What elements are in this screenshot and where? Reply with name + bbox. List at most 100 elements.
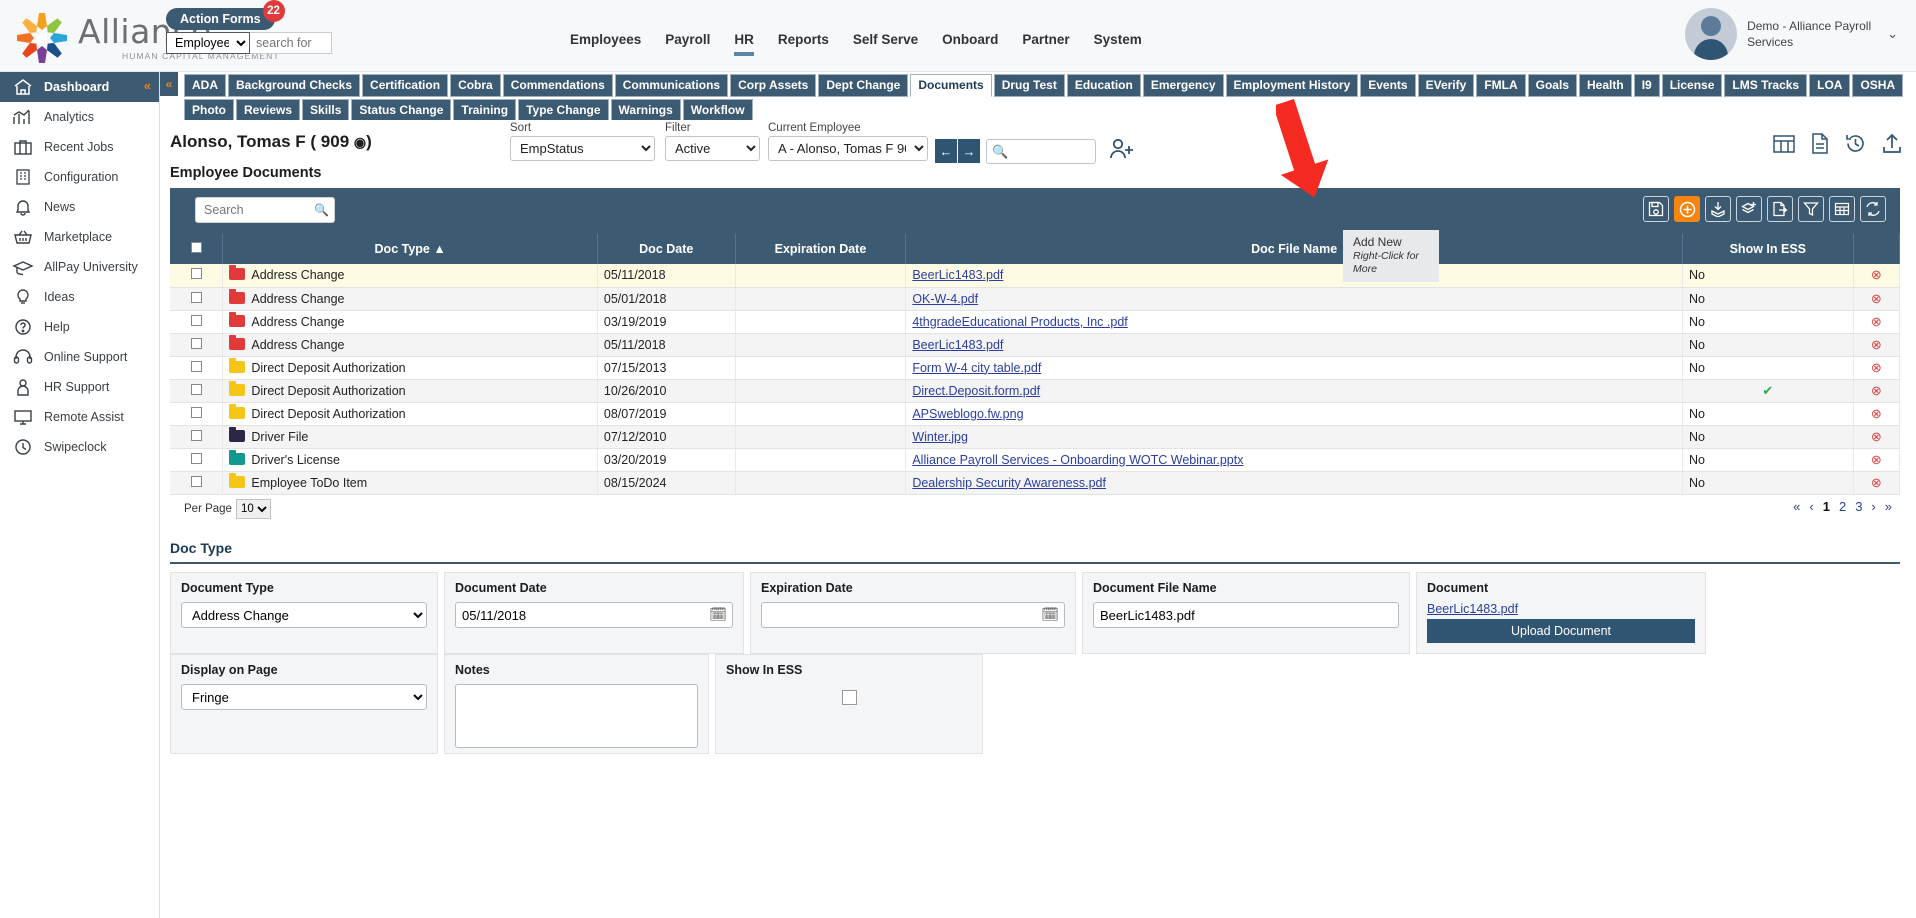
row-select-cell[interactable] xyxy=(170,356,224,380)
tab-education[interactable]: Education xyxy=(1066,74,1141,97)
col-doc-type[interactable]: Doc Type ▲ xyxy=(222,234,598,264)
doc-file-link[interactable]: OK-W-4.pdf xyxy=(912,292,978,306)
tab-communications[interactable]: Communications xyxy=(614,74,729,97)
page-2[interactable]: 2 xyxy=(1839,499,1846,514)
row-checkbox[interactable] xyxy=(190,337,202,349)
current-employee-select[interactable]: A - Alonso, Tomas F 909 xyxy=(768,136,928,161)
tab-health[interactable]: Health xyxy=(1579,74,1632,97)
export-icon[interactable] xyxy=(1767,196,1793,222)
row-select-cell[interactable] xyxy=(170,379,224,403)
page-prev[interactable]: ‹ xyxy=(1809,499,1813,514)
delete-icon[interactable]: ⊗ xyxy=(1871,406,1882,421)
nav-item-partner[interactable]: Partner xyxy=(1022,32,1069,56)
tab-fmla[interactable]: FMLA xyxy=(1476,74,1526,97)
nav-item-hr[interactable]: HR xyxy=(734,32,754,56)
table-row[interactable]: Address Change 05/01/2018 OK-W-4.pdf No ⊗ xyxy=(170,287,1901,311)
document-type-select[interactable]: Address Change xyxy=(181,602,427,628)
nav-item-reports[interactable]: Reports xyxy=(778,32,829,56)
employee-search-box[interactable]: 🔍 xyxy=(986,139,1096,164)
col-doc-file-name[interactable]: Doc File Name xyxy=(905,234,1683,264)
table-row[interactable]: Direct Deposit Authorization 10/26/2010 Di… xyxy=(170,379,1901,403)
sidebar-item-news[interactable]: News xyxy=(0,192,159,222)
row-select-cell[interactable] xyxy=(170,333,224,357)
tab-emergency[interactable]: Emergency xyxy=(1142,74,1224,97)
grid-icon[interactable] xyxy=(1829,196,1855,222)
tab-loa[interactable]: LOA xyxy=(1809,74,1851,97)
delete-icon[interactable]: ⊗ xyxy=(1871,475,1882,490)
page-last[interactable]: » xyxy=(1885,499,1892,514)
document-icon[interactable] xyxy=(1811,133,1829,157)
col-show-in-ess[interactable]: Show In ESS xyxy=(1682,234,1854,264)
table-row[interactable]: Address Change 05/11/2018 BeerLic1483.pdf N… xyxy=(170,333,1901,357)
cell-delete[interactable]: ⊗ xyxy=(1853,333,1901,357)
doc-file-link[interactable]: APSweblogo.fw.png xyxy=(912,407,1023,421)
show-in-ess-checkbox[interactable] xyxy=(841,690,857,705)
row-checkbox[interactable] xyxy=(190,383,202,395)
page-first[interactable]: « xyxy=(1793,499,1800,514)
tab-type-change[interactable]: Type Change xyxy=(518,99,609,122)
doc-file-link[interactable]: Alliance Payroll Services - Onboarding W… xyxy=(912,453,1243,467)
delete-icon[interactable]: ⊗ xyxy=(1871,452,1882,467)
tabs-collapse-icon[interactable]: « xyxy=(160,72,178,96)
cell-delete[interactable]: ⊗ xyxy=(1853,448,1901,472)
tab-training[interactable]: Training xyxy=(453,99,517,122)
sidebar-item-allpay-university[interactable]: AllPay University xyxy=(0,252,159,282)
tab-drug-test[interactable]: Drug Test xyxy=(993,74,1065,97)
entity-type-select[interactable]: Employees xyxy=(166,32,250,54)
nav-item-onboard[interactable]: Onboard xyxy=(942,32,998,56)
sidebar-item-recent-jobs[interactable]: Recent Jobs xyxy=(0,132,159,162)
search-icon[interactable]: 🔍 xyxy=(314,203,329,217)
tab-documents[interactable]: Documents xyxy=(910,74,992,97)
table-row[interactable]: Address Change 03/19/2019 4thgradeEducatio… xyxy=(170,310,1901,334)
refresh-icon[interactable] xyxy=(1860,196,1886,222)
col-doc-date[interactable]: Doc Date xyxy=(597,234,736,264)
page-1[interactable]: 1 xyxy=(1823,499,1830,514)
tab-status-change[interactable]: Status Change xyxy=(351,99,452,122)
nav-item-payroll[interactable]: Payroll xyxy=(665,32,710,56)
nav-item-employees[interactable]: Employees xyxy=(570,32,641,56)
tab-warnings[interactable]: Warnings xyxy=(610,99,681,122)
tab-everify[interactable]: EVerify xyxy=(1417,74,1475,97)
tab-i9[interactable]: I9 xyxy=(1633,74,1660,97)
delete-icon[interactable]: ⊗ xyxy=(1871,429,1882,444)
panel-search-box[interactable]: 🔍 xyxy=(195,197,335,223)
row-select-cell[interactable] xyxy=(170,287,224,311)
delete-icon[interactable]: ⊗ xyxy=(1871,360,1882,375)
row-select-cell[interactable] xyxy=(170,402,224,426)
tab-workflow[interactable]: Workflow xyxy=(682,99,753,122)
chevron-down-icon[interactable]: ⌄ xyxy=(1887,26,1898,42)
row-checkbox[interactable] xyxy=(190,475,202,487)
doc-file-link[interactable]: Form W-4 city table.pdf xyxy=(912,361,1041,375)
document-link[interactable]: BeerLic1483.pdf xyxy=(1427,602,1695,616)
sidebar-item-analytics[interactable]: Analytics xyxy=(0,102,159,132)
filter-icon[interactable] xyxy=(1798,196,1824,222)
nav-item-self-serve[interactable]: Self Serve xyxy=(853,32,918,56)
tab-cobra[interactable]: Cobra xyxy=(450,74,501,97)
col-expiration-date[interactable]: Expiration Date xyxy=(735,234,907,264)
table-row[interactable]: Driver's License 03/20/2019 Alliance Payro… xyxy=(170,448,1901,472)
page-3[interactable]: 3 xyxy=(1855,499,1862,514)
sidebar-item-ideas[interactable]: Ideas xyxy=(0,282,159,312)
cell-delete[interactable]: ⊗ xyxy=(1853,287,1901,311)
cell-delete[interactable]: ⊗ xyxy=(1853,425,1901,449)
page-next[interactable]: › xyxy=(1871,499,1875,514)
tab-reviews[interactable]: Reviews xyxy=(236,99,301,122)
row-checkbox[interactable] xyxy=(190,291,202,303)
filter-select[interactable]: Active xyxy=(665,136,760,161)
display-on-page-select[interactable]: Fringe xyxy=(181,684,427,710)
add-layer-icon[interactable] xyxy=(1736,196,1762,222)
doc-file-link[interactable]: Dealership Security Awareness.pdf xyxy=(912,476,1106,490)
upload-document-button[interactable]: Upload Document xyxy=(1427,619,1695,643)
document-file-name-input[interactable] xyxy=(1093,602,1399,628)
upload-icon[interactable] xyxy=(1882,133,1902,157)
doc-file-link[interactable]: 4thgradeEducational Products, Inc .pdf xyxy=(912,315,1127,329)
row-checkbox[interactable] xyxy=(190,360,202,372)
import-icon[interactable] xyxy=(1705,196,1731,222)
tab-license[interactable]: License xyxy=(1661,74,1723,97)
delete-icon[interactable]: ⊗ xyxy=(1871,267,1882,282)
sidebar-item-online-support[interactable]: Online Support xyxy=(0,342,159,372)
notes-textarea[interactable] xyxy=(455,684,698,748)
tab-commendations[interactable]: Commendations xyxy=(502,74,613,97)
calendar-icon[interactable]: 🗓 xyxy=(709,606,727,623)
global-search-input[interactable] xyxy=(250,32,332,54)
